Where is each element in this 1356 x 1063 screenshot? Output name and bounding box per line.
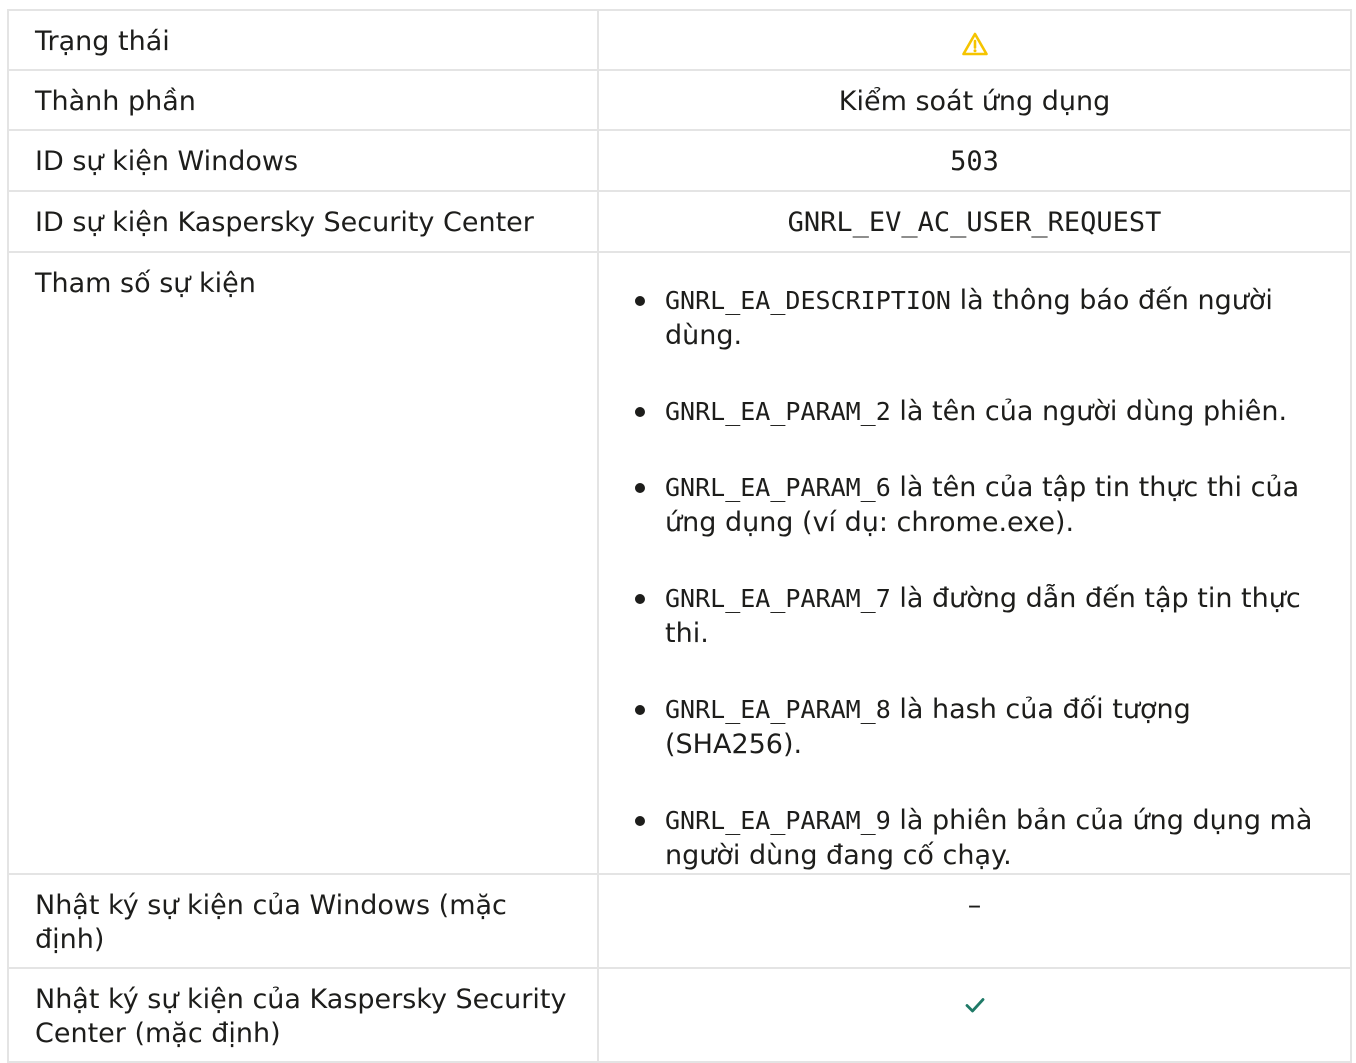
event-properties-table: Trạng thái Thành phần Kiểm soát ứng dụng… (7, 9, 1352, 1063)
table-row: Trạng thái (7, 9, 1352, 71)
bullet-icon (635, 407, 645, 417)
event-parameters-list: GNRL_EA_DESCRIPTION là thông báo đến ngư… (599, 283, 1336, 873)
table-row: Nhật ký sự kiện của Kaspersky Security C… (7, 967, 1352, 1063)
row-label-event-parameters: Tham số sự kiện (7, 251, 599, 875)
list-item: GNRL_EA_PARAM_6 là tên của tập tin thực … (635, 470, 1336, 540)
table-row: Tham số sự kiện GNRL_EA_DESCRIPTION là t… (7, 251, 1352, 875)
param-code: GNRL_EA_PARAM_2 (665, 397, 891, 426)
list-item: GNRL_EA_PARAM_8 là hash của đối tượng (S… (635, 692, 1336, 762)
row-value-windows-event-id: 503 (597, 129, 1352, 192)
row-label-ksc-event-log: Nhật ký sự kiện của Kaspersky Security C… (7, 967, 599, 1063)
param-code: GNRL_EA_PARAM_7 (665, 584, 891, 613)
table-row: Nhật ký sự kiện của Windows (mặc định) – (7, 873, 1352, 969)
list-item: GNRL_EA_PARAM_7 là đường dẫn đến tập tin… (635, 581, 1336, 651)
row-value-windows-event-log: – (597, 873, 1352, 969)
list-item: GNRL_EA_DESCRIPTION là thông báo đến ngư… (635, 283, 1336, 353)
table-row: Thành phần Kiểm soát ứng dụng (7, 69, 1352, 131)
table-row: ID sự kiện Kaspersky Security Center GNR… (7, 190, 1352, 253)
row-value-ksc-event-id: GNRL_EV_AC_USER_REQUEST (597, 190, 1352, 253)
row-value-ksc-event-log (597, 967, 1352, 1063)
param-code: GNRL_EA_PARAM_6 (665, 473, 891, 502)
bullet-icon (635, 705, 645, 715)
bullet-icon (635, 296, 645, 306)
row-label-ksc-event-id: ID sự kiện Kaspersky Security Center (7, 190, 599, 253)
list-item: GNRL_EA_PARAM_2 là tên của người dùng ph… (635, 394, 1336, 429)
row-label-component: Thành phần (7, 69, 599, 131)
row-label-windows-event-log: Nhật ký sự kiện của Windows (mặc định) (7, 873, 599, 969)
param-code: GNRL_EA_PARAM_8 (665, 695, 891, 724)
param-description: là tên của người dùng phiên. (890, 396, 1288, 427)
table-row: ID sự kiện Windows 503 (7, 129, 1352, 192)
bullet-icon (635, 816, 645, 826)
not-logged-dash: – (967, 890, 982, 921)
row-label-windows-event-id: ID sự kiện Windows (7, 129, 599, 192)
row-value-status (597, 9, 1352, 71)
bullet-icon (635, 594, 645, 604)
bullet-icon (635, 483, 645, 493)
row-value-event-parameters: GNRL_EA_DESCRIPTION là thông báo đến ngư… (597, 251, 1352, 875)
warning-icon (961, 31, 988, 65)
list-item: GNRL_EA_PARAM_9 là phiên bản của ứng dụn… (635, 803, 1336, 873)
row-value-component: Kiểm soát ứng dụng (597, 69, 1352, 131)
param-code: GNRL_EA_PARAM_9 (665, 806, 891, 835)
param-code: GNRL_EA_DESCRIPTION (665, 286, 951, 315)
row-label-status: Trạng thái (7, 9, 599, 71)
checkmark-icon (964, 989, 986, 1023)
